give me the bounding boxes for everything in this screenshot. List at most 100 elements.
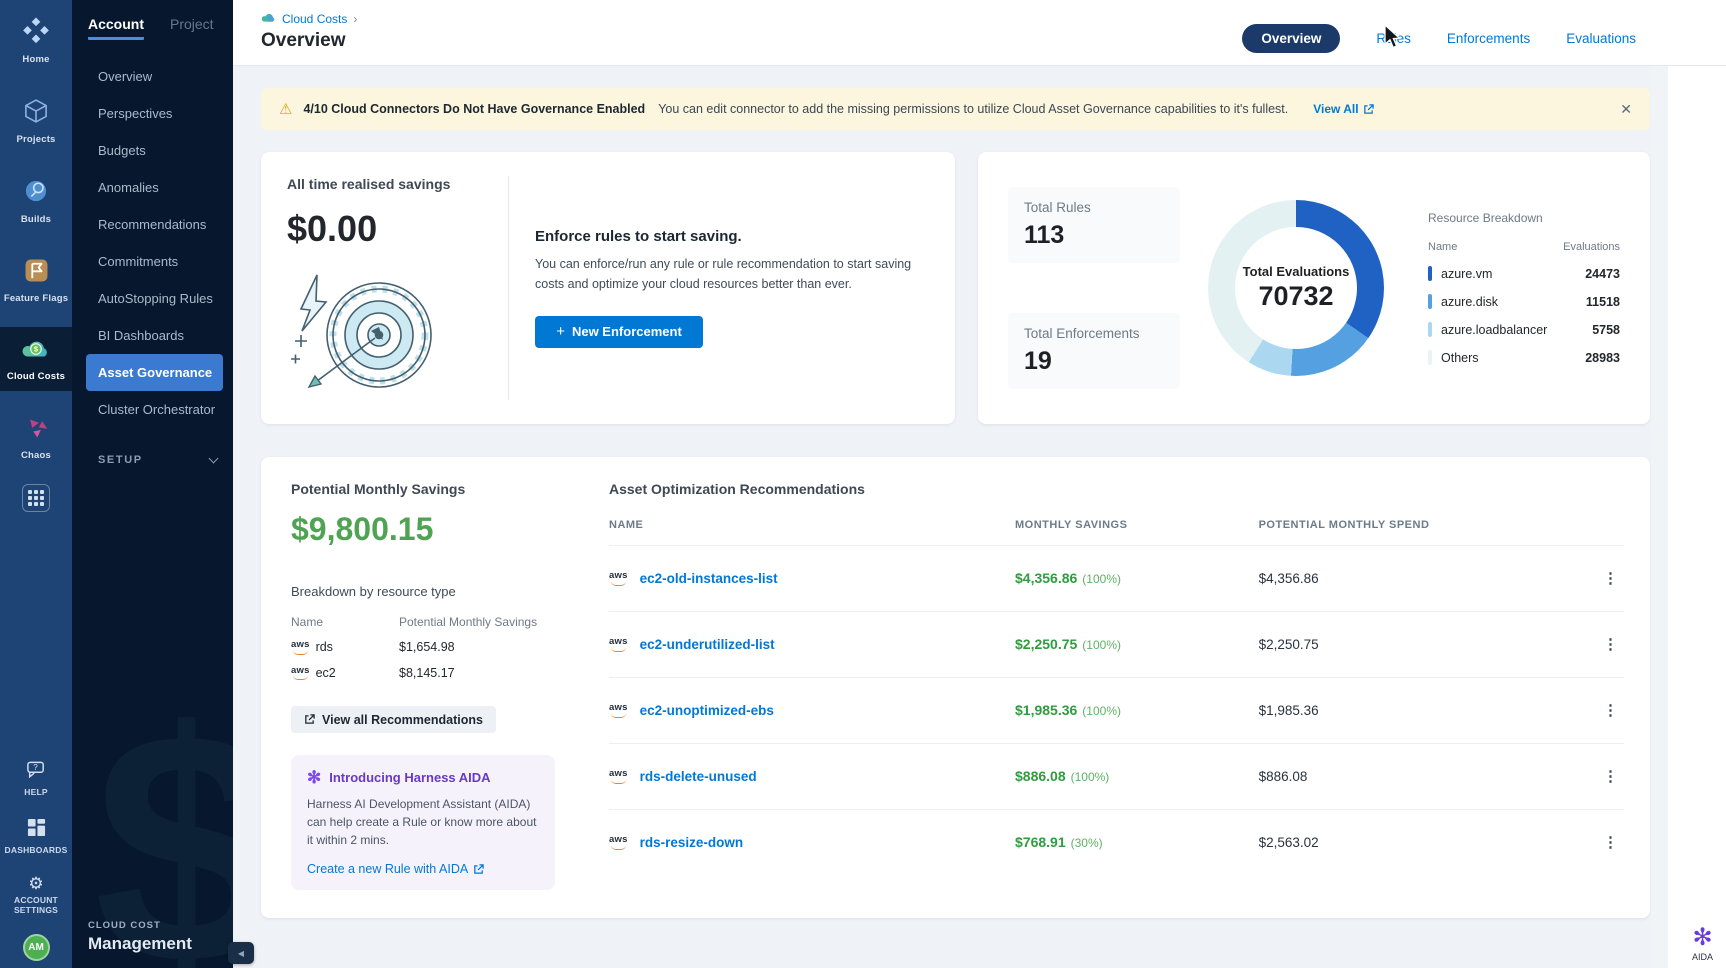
page-title: Overview	[261, 30, 357, 52]
new-enforcement-button[interactable]: + New Enforcement	[535, 316, 703, 348]
create-rule-with-aida-link[interactable]: Create a new Rule with AIDA	[307, 862, 539, 876]
dartboard-illustration	[287, 267, 508, 400]
sidebar-item-anomalies[interactable]: Anomalies	[72, 169, 233, 206]
governance-warning-banner: ⚠ 4/10 Cloud Connectors Do Not Have Gove…	[261, 88, 1650, 130]
breadcrumb-link-cloud-costs[interactable]: Cloud Costs	[282, 12, 347, 26]
total-rules-label: Total Rules	[1024, 200, 1164, 215]
potential-spend-value: $2,250.75	[1259, 637, 1523, 652]
tab-overview[interactable]: Overview	[1242, 24, 1340, 53]
potential-spend-value: $4,356.86	[1259, 571, 1523, 586]
table-row: aws ec2-old-instances-list $4,356.86(100…	[609, 545, 1624, 611]
recommendation-link[interactable]: aws ec2-underutilized-list	[609, 637, 1015, 652]
builds-icon	[22, 177, 50, 210]
tab-enforcements[interactable]: Enforcements	[1447, 31, 1530, 46]
user-avatar[interactable]: AM	[23, 934, 50, 961]
resource-savings: $1,654.98	[399, 640, 455, 654]
setup-label: SETUP	[98, 454, 143, 466]
rail-item-dashboards[interactable]: DASHBOARDS	[0, 816, 72, 858]
tab-account[interactable]: Account	[88, 16, 144, 40]
rail-item-account-settings[interactable]: ⚙ ACCOUNT SETTINGS	[0, 873, 72, 918]
realised-savings-card: All time realised savings $0.00	[261, 152, 955, 424]
module-footer-kicker: CLOUD COST	[88, 920, 233, 931]
asset-optimization-section: Asset Optimization Recommendations NAME …	[609, 481, 1624, 890]
enforce-heading: Enforce rules to start saving.	[535, 228, 929, 245]
view-all-link[interactable]: View All	[1313, 102, 1373, 116]
tab-project[interactable]: Project	[170, 16, 214, 40]
nav-collapse-button[interactable]: ◀	[228, 942, 254, 964]
asset-optimization-title: Asset Optimization Recommendations	[609, 481, 1624, 497]
recommendation-link[interactable]: aws rds-resize-down	[609, 835, 1015, 850]
realised-savings-title: All time realised savings	[287, 176, 508, 192]
rail-item-label: ACCOUNT SETTINGS	[7, 896, 65, 916]
breakdown-name-header: Name	[291, 615, 399, 629]
aida-sparkle-icon: ✻	[307, 769, 321, 786]
module-selector-icon[interactable]	[22, 484, 50, 512]
recommendation-link[interactable]: aws ec2-unoptimized-ebs	[609, 703, 1015, 718]
app-root: Home Projects Builds Feature Flags	[0, 0, 1726, 968]
main-area: Cloud Costs › Overview Overview Rules En…	[233, 0, 1726, 968]
sidebar-item-cluster-orchestrator[interactable]: Cluster Orchestrator	[72, 391, 233, 428]
aws-logo-icon: aws	[609, 769, 628, 784]
aws-logo-icon: aws	[609, 703, 628, 718]
aws-logo-icon: aws	[291, 666, 310, 681]
page-header: Cloud Costs › Overview Overview Rules En…	[233, 0, 1726, 66]
breakdown-row: aws rds $1,654.98	[291, 640, 573, 655]
rail-item-builds[interactable]: Builds	[0, 168, 72, 234]
evaluations-card: Total Rules 113 Total Enforcements 19 To…	[978, 152, 1650, 424]
legend-row: azure.disk 11518	[1428, 294, 1620, 309]
potential-spend-value: $2,563.02	[1259, 835, 1523, 850]
recommendation-link[interactable]: aws rds-delete-unused	[609, 769, 1015, 784]
row-menu-icon[interactable]: ⋮	[1597, 570, 1624, 587]
legend-name-header: Name	[1428, 241, 1457, 253]
legend-value-header: Evaluations	[1563, 241, 1620, 253]
external-link-icon	[1363, 104, 1374, 115]
tab-evaluations[interactable]: Evaluations	[1566, 31, 1636, 46]
plus-icon: +	[556, 323, 565, 340]
total-enforcements-stat: Total Enforcements 19	[1008, 313, 1180, 389]
row-menu-icon[interactable]: ⋮	[1597, 834, 1624, 851]
evaluations-donut-chart: Total Evaluations 70732	[1208, 200, 1384, 376]
rail-item-home[interactable]: Home	[0, 6, 72, 74]
rail-item-label: Feature Flags	[4, 294, 68, 305]
total-rules-value: 113	[1024, 221, 1164, 250]
scrollbar-track[interactable]	[1651, 66, 1668, 968]
setup-section-toggle[interactable]: SETUP	[72, 454, 233, 466]
external-link-icon	[304, 714, 315, 725]
rail-item-feature-flags[interactable]: Feature Flags	[0, 248, 72, 313]
sidebar-item-commitments[interactable]: Commitments	[72, 243, 233, 280]
sidebar-item-recommendations[interactable]: Recommendations	[72, 206, 233, 243]
aida-intro-card: ✻ Introducing Harness AIDA Harness AI De…	[291, 755, 555, 890]
tab-rules[interactable]: Rules	[1376, 31, 1411, 46]
aida-floating-button[interactable]: ✻ AIDA	[1692, 926, 1713, 962]
close-icon[interactable]: ✕	[1620, 101, 1632, 118]
sidebar-item-budgets[interactable]: Budgets	[72, 132, 233, 169]
view-all-recommendations-button[interactable]: View all Recommendations	[291, 706, 496, 733]
harness-logo-icon	[21, 15, 51, 50]
warning-icon: ⚠	[279, 100, 292, 118]
rail-item-label: Home	[22, 55, 49, 66]
sidebar-item-asset-governance[interactable]: Asset Governance	[86, 354, 223, 391]
potential-savings-title: Potential Monthly Savings	[291, 481, 573, 497]
row-menu-icon[interactable]: ⋮	[1597, 636, 1624, 653]
potential-savings-column: Potential Monthly Savings $9,800.15 Brea…	[291, 481, 573, 890]
sidebar-item-autostopping-rules[interactable]: AutoStopping Rules	[72, 280, 233, 317]
total-rules-stat: Total Rules 113	[1008, 187, 1180, 263]
rail-item-chaos[interactable]: Chaos	[0, 405, 72, 470]
sidebar-item-perspectives[interactable]: Perspectives	[72, 95, 233, 132]
recommendation-link[interactable]: aws ec2-old-instances-list	[609, 571, 1015, 586]
legend-name: azure.loadbalancer	[1441, 323, 1547, 337]
row-menu-icon[interactable]: ⋮	[1597, 702, 1624, 719]
rail-item-projects[interactable]: Projects	[0, 88, 72, 154]
monthly-savings-value: $4,356.86	[1015, 570, 1077, 586]
sidebar-item-bi-dashboards[interactable]: BI Dashboards	[72, 317, 233, 354]
aida-fab-label: AIDA	[1692, 952, 1713, 962]
monthly-savings-value: $2,250.75	[1015, 636, 1077, 652]
table-row: aws rds-delete-unused $886.08(100%) $886…	[609, 743, 1624, 809]
row-menu-icon[interactable]: ⋮	[1597, 768, 1624, 785]
rail-item-help[interactable]: ? HELP	[0, 759, 72, 800]
legend-name: Others	[1441, 351, 1479, 365]
rail-item-label: DASHBOARDS	[5, 846, 68, 856]
cloud-costs-icon	[261, 12, 276, 26]
rail-item-cloud-costs[interactable]: $ Cloud Costs	[0, 327, 72, 391]
sidebar-item-overview[interactable]: Overview	[72, 58, 233, 95]
